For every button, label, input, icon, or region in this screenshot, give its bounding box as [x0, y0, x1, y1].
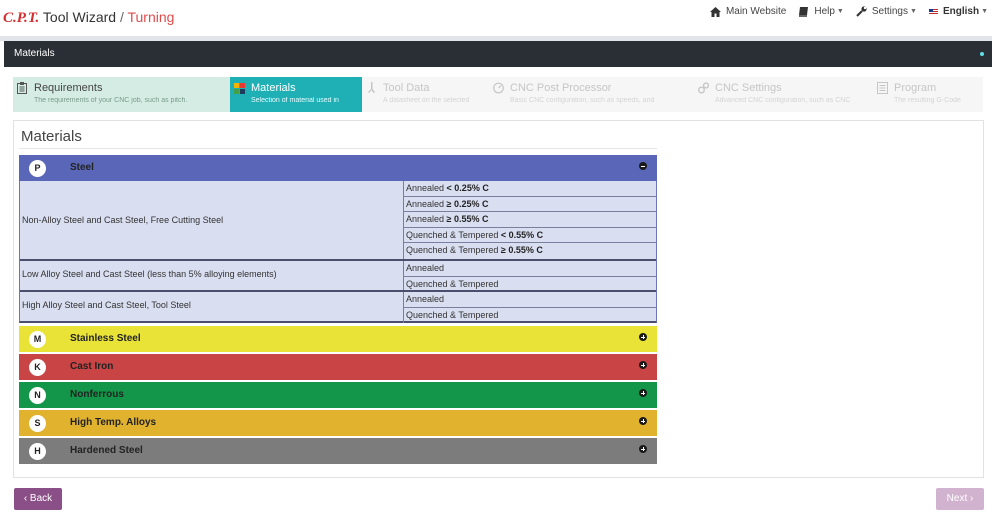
group-name: Low Alloy Steel and Cast Steel (less tha… — [22, 269, 277, 279]
home-icon — [709, 6, 721, 17]
category-badge: H — [29, 443, 46, 460]
category-name: Hardened Steel — [70, 445, 143, 456]
category-name: Stainless Steel — [70, 333, 141, 344]
category-nonferrous[interactable]: N Nonferrous — [19, 382, 657, 408]
step-materials[interactable]: Materials Selection of material used in — [230, 77, 362, 112]
step-subtitle: Basic CNC configuration, such as speeds,… — [510, 97, 655, 104]
expand-icon[interactable] — [639, 389, 647, 397]
category-cast-iron[interactable]: K Cast Iron — [19, 354, 657, 380]
step-subtitle: The requirements of your CNC job, such a… — [34, 97, 188, 104]
step-title: CNC Settings — [715, 82, 782, 94]
settings-label: Settings — [871, 6, 908, 17]
nav-links: Main Website Help ▼ Settings ▼ English ▼ — [698, 6, 988, 17]
category-name: High Temp. Alloys — [70, 417, 157, 428]
material-option[interactable]: Quenched & Tempered < 0.55% C — [404, 228, 656, 243]
top-navbar: C.P.T. Tool Wizard / Turning Main Websit… — [0, 0, 992, 36]
chevron-down-icon: ▼ — [910, 8, 917, 15]
step-tool-data[interactable]: Tool Data A datasheet on the selected — [362, 77, 489, 112]
material-option[interactable]: Annealed ≥ 0.25% C — [404, 197, 656, 212]
us-flag-icon — [928, 8, 938, 15]
step-subtitle: A datasheet on the selected — [383, 97, 470, 104]
main-website-link[interactable]: Main Website — [709, 6, 787, 17]
brand[interactable]: C.P.T. Tool Wizard / Turning — [3, 9, 174, 27]
steel-group-non-alloy: Non-Alloy Steel and Cast Steel, Free Cut… — [20, 181, 656, 260]
material-option[interactable]: Quenched & Tempered — [404, 308, 656, 324]
step-program[interactable]: Program The resulting G-Code — [873, 77, 983, 112]
step-subtitle: Advanced CNC configuration, such as CNC — [715, 97, 851, 104]
document-icon — [877, 82, 888, 94]
group-options: Annealed < 0.25% C Annealed ≥ 0.25% C An… — [403, 181, 656, 259]
category-stainless-steel[interactable]: M Stainless Steel — [19, 326, 657, 352]
book-icon — [799, 6, 809, 17]
expand-icon[interactable] — [639, 417, 647, 425]
steel-group-high-alloy: High Alloy Steel and Cast Steel, Tool St… — [20, 292, 656, 323]
category-name: Steel — [70, 162, 94, 173]
steel-subgroups: Non-Alloy Steel and Cast Steel, Free Cut… — [19, 181, 657, 323]
back-button[interactable]: ‹ Back — [14, 488, 62, 510]
brand-mode: Turning — [127, 9, 175, 25]
wrench-icon — [856, 6, 867, 17]
step-title: Tool Data — [383, 82, 430, 94]
help-label: Help — [814, 6, 835, 17]
category-name: Cast Iron — [70, 361, 114, 372]
group-options: Annealed Quenched & Tempered — [403, 292, 656, 323]
step-title: Requirements — [34, 82, 103, 94]
step-title: CNC Post Processor — [510, 82, 612, 94]
group-name: High Alloy Steel and Cast Steel, Tool St… — [22, 300, 191, 310]
panel-divider — [19, 148, 657, 149]
collapse-icon[interactable] — [639, 162, 647, 170]
steel-group-low-alloy: Low Alloy Steel and Cast Steel (less tha… — [20, 261, 656, 292]
group-options: Annealed Quenched & Tempered — [403, 261, 656, 292]
tool-icon — [368, 82, 375, 93]
step-requirements[interactable]: Requirements The requirements of your CN… — [13, 77, 230, 112]
brand-separator: / — [116, 9, 128, 25]
category-high-temp-alloys[interactable]: S High Temp. Alloys — [19, 410, 657, 436]
wizard-steps: Requirements The requirements of your CN… — [13, 77, 983, 112]
step-subtitle: Selection of material used in — [251, 97, 339, 104]
step-title: Materials — [251, 82, 296, 94]
panel-title: Materials — [21, 128, 82, 145]
expand-icon[interactable] — [639, 361, 647, 369]
expand-icon[interactable] — [639, 333, 647, 341]
step-subtitle: The resulting G-Code — [894, 97, 961, 104]
gauge-icon — [493, 82, 504, 94]
clipboard-icon — [17, 82, 27, 94]
category-badge: N — [29, 387, 46, 404]
settings-menu[interactable]: Settings ▼ — [856, 6, 917, 17]
category-badge: K — [29, 359, 46, 376]
step-cnc-settings[interactable]: CNC Settings Advanced CNC configuration,… — [694, 77, 873, 112]
category-name: Nonferrous — [70, 389, 124, 400]
category-badge: P — [29, 160, 46, 177]
material-option[interactable]: Annealed < 0.25% C — [404, 181, 656, 197]
brand-title: Tool Wizard — [42, 9, 117, 25]
material-option[interactable]: Annealed ≥ 0.55% C — [404, 212, 656, 228]
material-option[interactable]: Quenched & Tempered ≥ 0.55% C — [404, 243, 656, 259]
category-badge: S — [29, 415, 46, 432]
section-title: Materials — [14, 48, 55, 59]
material-option[interactable]: Annealed — [404, 292, 656, 308]
brand-logo: C.P.T. — [3, 10, 40, 26]
chevron-down-icon: ▼ — [981, 8, 988, 15]
section-titlebar: Materials — [4, 41, 992, 67]
language-menu[interactable]: English ▼ — [928, 6, 988, 17]
gears-icon — [698, 82, 709, 94]
expand-icon[interactable] — [639, 445, 647, 453]
help-menu[interactable]: Help ▼ — [798, 6, 844, 17]
materials-grid-icon — [234, 83, 245, 94]
main-website-label: Main Website — [725, 6, 787, 17]
step-title: Program — [894, 82, 937, 94]
category-hardened-steel[interactable]: H Hardened Steel — [19, 438, 657, 464]
step-cnc-post-processor[interactable]: CNC Post Processor Basic CNC configurati… — [489, 77, 694, 112]
group-name: Non-Alloy Steel and Cast Steel, Free Cut… — [22, 215, 224, 225]
status-dot-icon — [980, 52, 984, 56]
chevron-down-icon: ▼ — [836, 8, 844, 15]
category-steel[interactable]: P Steel — [19, 155, 657, 181]
next-button[interactable]: Next › — [936, 488, 984, 510]
materials-panel: Materials P Steel Non-Alloy Steel and Ca… — [13, 120, 984, 478]
category-badge: M — [29, 331, 46, 348]
language-label: English — [942, 6, 980, 17]
material-option[interactable]: Annealed — [404, 261, 656, 277]
